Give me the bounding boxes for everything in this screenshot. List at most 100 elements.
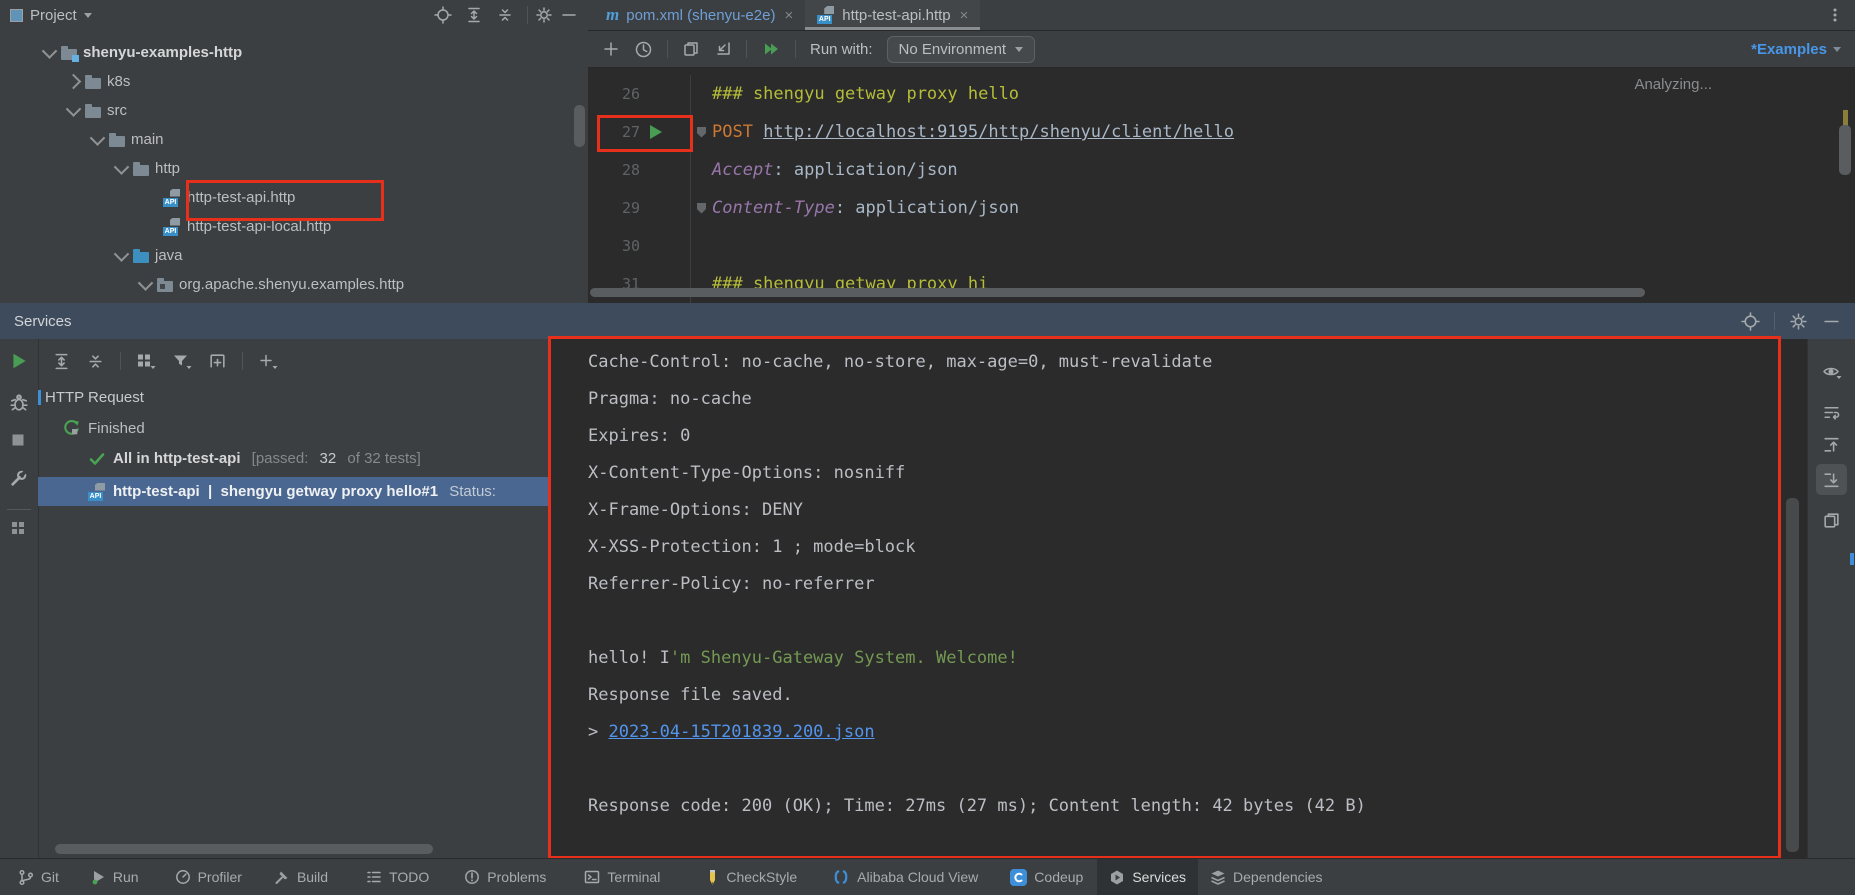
project-vertical-scrollbar[interactable] (574, 105, 585, 147)
collapse-all-icon[interactable] (86, 352, 105, 371)
editor-horizontal-scrollbar[interactable] (590, 288, 1645, 297)
request-url[interactable]: http://localhost:9195/http/shenyu/client… (763, 122, 1234, 142)
folder-icon (133, 165, 149, 176)
chevron-down-icon[interactable] (84, 13, 92, 18)
scroll-to-end-icon[interactable] (1822, 471, 1841, 490)
folder-icon (85, 78, 101, 89)
hide-panel-icon[interactable] (560, 6, 578, 24)
copy-icon[interactable] (682, 40, 700, 58)
toolbar-item-terminal[interactable]: Terminal (584, 859, 660, 895)
toolbar-item-todo[interactable]: TODO (366, 859, 429, 895)
expand-all-icon[interactable] (465, 6, 483, 24)
locate-file-icon[interactable] (434, 6, 452, 24)
toolbar-item-codeup[interactable]: Codeup (1010, 859, 1083, 895)
header-name: Accept (712, 160, 773, 180)
chevron-down-icon[interactable] (42, 43, 58, 59)
toolbar-item-services[interactable]: Services (1097, 859, 1198, 895)
wrench-icon[interactable] (9, 469, 28, 488)
tree-horizontal-scrollbar[interactable] (55, 844, 433, 854)
scroll-to-top-icon[interactable] (1822, 435, 1841, 454)
toolbar-item-label: Alibaba Cloud View (857, 869, 978, 885)
close-icon[interactable]: × (960, 7, 969, 24)
close-icon[interactable]: × (784, 7, 793, 24)
response-header-line: Expires: 0 (548, 418, 1808, 455)
tree-item-project-root[interactable]: shenyu-examples-http (0, 38, 588, 67)
expand-all-icon[interactable] (52, 352, 71, 371)
chevron-down-icon[interactable] (138, 275, 154, 291)
locate-file-icon[interactable] (1741, 312, 1760, 331)
toolbar-item-git[interactable]: Git (18, 859, 59, 895)
toolbar-item-run[interactable]: Run (91, 859, 139, 895)
tool-window-icon (10, 9, 23, 22)
tree-item-main[interactable]: main (0, 125, 588, 154)
filter-icon[interactable] (172, 352, 193, 371)
toolbar-item-problems[interactable]: Problems (464, 859, 546, 895)
test-summary-row[interactable]: All in http-test-api [passed: 32 of 32 t… (38, 444, 598, 473)
chevron-down-icon[interactable] (66, 101, 82, 117)
tab-http-test-api[interactable]: http-test-api.http × (805, 0, 980, 30)
toolbar-item-label: Build (297, 869, 328, 885)
gear-icon[interactable] (1789, 312, 1808, 331)
response-file-link[interactable]: 2023-04-15T201839.200.json (608, 722, 874, 742)
tree-item-http[interactable]: http (0, 154, 588, 183)
collapse-all-icon[interactable] (496, 6, 514, 24)
services-status-row[interactable]: Finished (38, 414, 572, 443)
toolbar-item-label: Services (1132, 869, 1186, 885)
toolbar-item-dependencies[interactable]: Dependencies (1210, 859, 1323, 895)
soft-wrap-icon[interactable] (1822, 403, 1841, 422)
selected-request-row[interactable]: http-test-api | shengyu getway proxy hel… (38, 477, 598, 506)
analyzing-status: Analyzing... (1634, 76, 1712, 93)
tree-item-src[interactable]: src (0, 96, 588, 125)
chevron-down-icon[interactable] (114, 159, 130, 175)
stop-icon[interactable] (9, 431, 27, 449)
preview-eye-icon[interactable] (1822, 363, 1843, 382)
chevron-down-icon[interactable] (114, 246, 130, 262)
fold-marker-icon[interactable] (697, 127, 706, 138)
copy-icon[interactable] (1822, 511, 1841, 530)
rerun-icon (62, 419, 81, 438)
history-icon[interactable] (634, 40, 653, 59)
chevron-right-icon[interactable] (66, 74, 82, 90)
toolbar-item-profiler[interactable]: Profiler (175, 859, 242, 895)
checkstyle-pencil-icon (706, 869, 719, 886)
code-line-29: 29 Content-Type : application/json (588, 189, 1855, 227)
response-console[interactable]: Cache-Control: no-cache, no-store, max-a… (548, 339, 1808, 858)
fold-marker-icon[interactable] (697, 203, 706, 214)
gear-icon[interactable] (535, 6, 553, 24)
tree-item-package[interactable]: org.apache.shenyu.examples.http (0, 270, 588, 299)
run-all-icon[interactable] (761, 40, 781, 58)
add-service-icon[interactable] (258, 352, 279, 371)
folder-icon (85, 107, 101, 118)
run-with-label: Run with: (810, 41, 873, 58)
hide-panel-icon[interactable] (1822, 312, 1841, 331)
tree-item-label: src (107, 102, 127, 119)
run-icon[interactable] (9, 351, 29, 371)
dashboard-icon[interactable] (9, 519, 27, 537)
header-value: : application/json (835, 198, 1019, 218)
new-window-icon[interactable] (208, 352, 227, 371)
tab-pom-xml[interactable]: m pom.xml (shenyu-e2e) × (594, 0, 805, 30)
stripe-marker (1850, 553, 1854, 565)
tree-item-java[interactable]: java (0, 241, 588, 270)
environment-select[interactable]: No Environment (887, 36, 1036, 63)
tab-options-icon[interactable] (1815, 0, 1855, 30)
code-editor[interactable]: 26 ### shengyu getway proxy hello 27 POS… (588, 67, 1855, 303)
debug-icon[interactable] (9, 393, 29, 413)
toolbar-item-alibaba-cloud-view[interactable]: Alibaba Cloud View (832, 859, 978, 895)
toolbar-item-build[interactable]: Build (274, 859, 328, 895)
toolbar-item-checkstyle[interactable]: CheckStyle (706, 859, 797, 895)
editor-vertical-scrollbar[interactable] (1839, 125, 1851, 175)
tree-item-k8s[interactable]: k8s (0, 67, 588, 96)
console-vertical-scrollbar[interactable] (1786, 498, 1799, 852)
tree-item-http-test-api[interactable]: http-test-api.http (0, 183, 588, 212)
group-by-icon[interactable] (136, 352, 157, 371)
add-request-icon[interactable] (602, 40, 620, 58)
response-file-line: > 2023-04-15T201839.200.json (548, 714, 1808, 751)
run-request-icon[interactable] (650, 125, 662, 139)
open-log-icon[interactable] (714, 40, 732, 58)
tree-item-http-test-api-local[interactable]: http-test-api-local.http (0, 212, 588, 241)
project-panel-title[interactable]: Project (30, 7, 77, 24)
services-root-row[interactable]: HTTP Request (38, 383, 555, 412)
run-configuration[interactable]: *Examples (1751, 41, 1841, 58)
chevron-down-icon[interactable] (90, 130, 106, 146)
